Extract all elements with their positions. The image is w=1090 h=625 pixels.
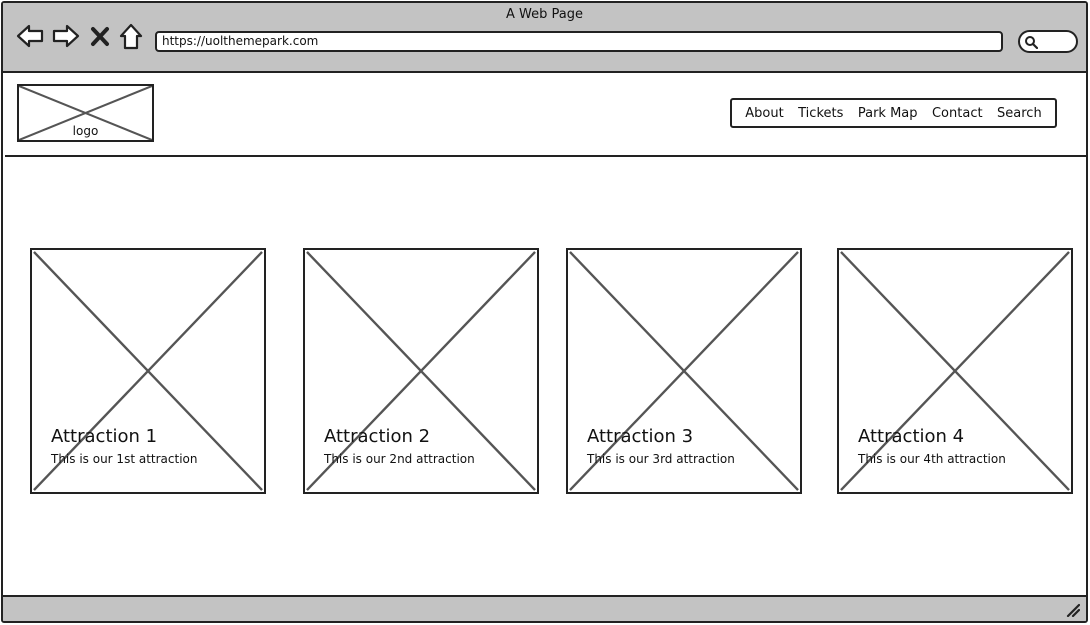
attraction-description: This is our 1st attraction <box>51 452 198 466</box>
search-icon <box>1025 36 1038 49</box>
resize-grip-icon[interactable] <box>1066 603 1080 617</box>
browser-toolbar: A Web Page https://uolthemepark.com <box>3 3 1086 73</box>
attraction-card[interactable]: Attraction 4 This is our 4th attraction <box>837 248 1073 494</box>
back-arrow-icon[interactable] <box>15 21 45 51</box>
browser-search-field[interactable] <box>1018 30 1078 53</box>
main-navigation: About Tickets Park Map Contact Search <box>730 98 1057 128</box>
forward-arrow-icon[interactable] <box>51 21 81 51</box>
attraction-description: This is our 2nd attraction <box>324 452 475 466</box>
site-logo[interactable]: logo <box>17 84 154 142</box>
header-divider <box>5 155 1086 157</box>
attraction-card[interactable]: Attraction 3 This is our 3rd attraction <box>566 248 802 494</box>
logo-label: logo <box>72 124 99 138</box>
nav-search[interactable]: Search <box>997 106 1042 121</box>
nav-contact[interactable]: Contact <box>932 106 983 121</box>
attraction-title: Attraction 1 <box>51 426 158 447</box>
nav-about[interactable]: About <box>745 106 783 121</box>
attraction-title: Attraction 4 <box>858 426 965 447</box>
nav-park-map[interactable]: Park Map <box>858 106 918 121</box>
status-bar <box>3 595 1086 621</box>
attraction-card[interactable]: Attraction 2 This is our 2nd attraction <box>303 248 539 494</box>
attraction-description: This is our 3rd attraction <box>587 452 735 466</box>
close-x-icon[interactable] <box>88 21 112 51</box>
nav-tickets[interactable]: Tickets <box>798 106 843 121</box>
browser-window: A Web Page https://uolthemepark.com logo <box>1 1 1088 623</box>
address-bar[interactable]: https://uolthemepark.com <box>155 31 1003 52</box>
window-title: A Web Page <box>506 7 583 22</box>
attraction-title: Attraction 3 <box>587 426 694 447</box>
attraction-card[interactable]: Attraction 1 This is our 1st attraction <box>30 248 266 494</box>
attraction-description: This is our 4th attraction <box>858 452 1006 466</box>
home-icon[interactable] <box>117 21 145 51</box>
attraction-title: Attraction 2 <box>324 426 431 447</box>
